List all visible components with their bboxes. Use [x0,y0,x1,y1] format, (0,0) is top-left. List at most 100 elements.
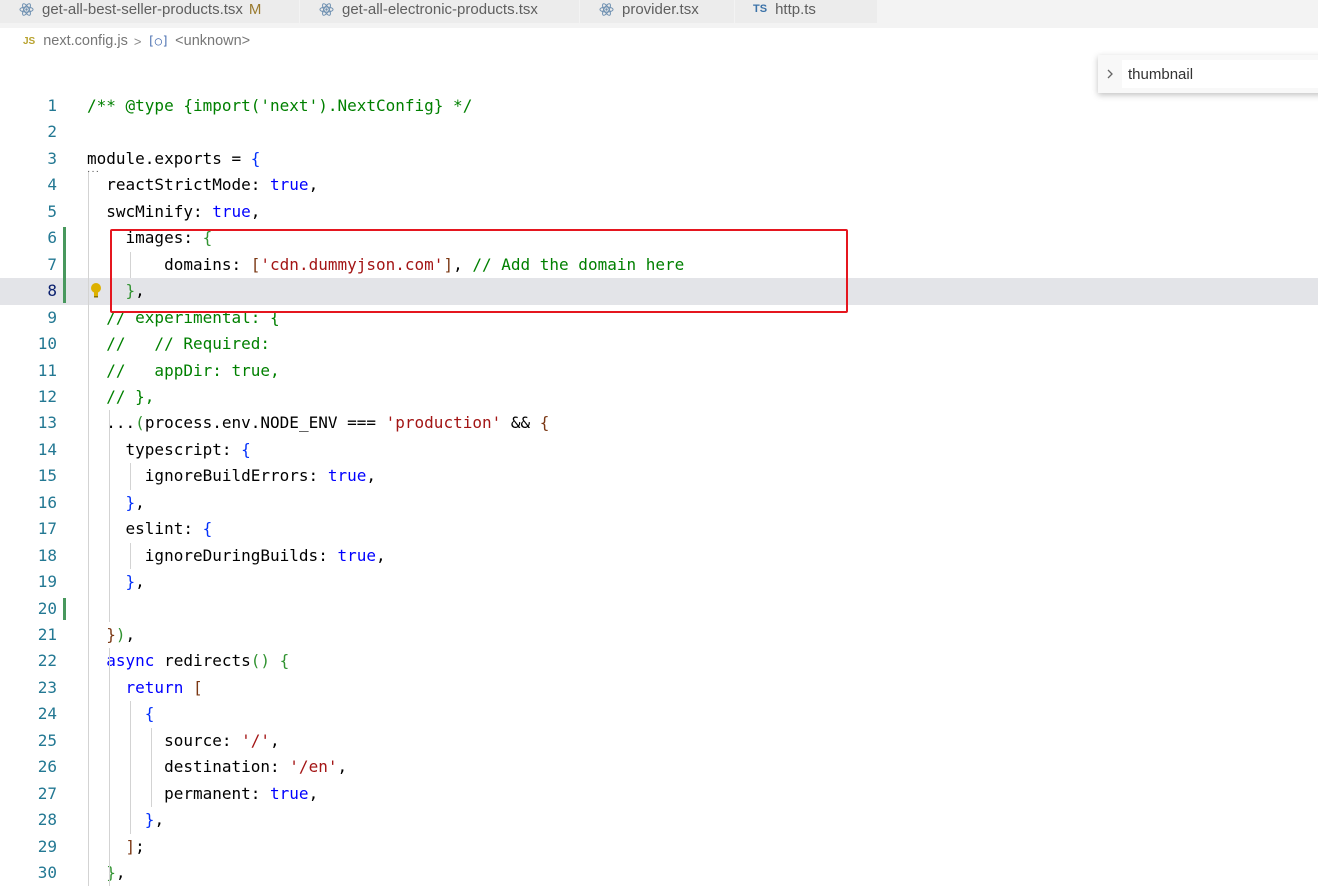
line-number: 4 [47,175,57,195]
code-token: && [501,413,540,433]
code-token: redirects [154,651,251,671]
code-line[interactable]: 27 permanent: true, [0,781,1318,807]
code-text: ]; [87,834,145,860]
line-number: 25 [37,730,57,750]
code-token: { [539,413,550,433]
tab-bar-empty [878,0,1318,28]
code-line[interactable]: 3 module.exports = { [0,146,1318,172]
code-token: typescript: [87,439,242,459]
code-line[interactable]: 30 }, [0,860,1318,886]
gutter-modified-marker[interactable] [63,227,66,303]
code-line[interactable]: 20 [0,596,1318,622]
line-number: 2 [47,122,57,142]
code-token: } [125,492,136,512]
code-line[interactable]: 4 reactStrictMode: true, [0,172,1318,198]
code-text: source: '/', [87,728,280,754]
code-token: { [202,519,213,539]
line-number: 24 [37,704,57,724]
breadcrumb-separator: > [133,33,142,49]
code-line[interactable]: 18 ignoreDuringBuilds: true, [0,543,1318,569]
tab-get-all-best-seller-products[interactable]: get-all-best-seller-products.tsx M [0,0,300,23]
code-text: /** @type {import('next').NextConfig} */ [87,93,472,119]
line-number: 20 [37,598,57,618]
breadcrumb-symbol[interactable]: <unknown> [175,33,250,49]
code-line[interactable]: 16 }, [0,490,1318,516]
code-line[interactable]: 28 }, [0,807,1318,833]
lightbulb-icon[interactable] [89,282,103,298]
code-text: module.exports = { [87,146,260,172]
tab-label: provider.tsx [622,0,699,18]
code-token: ignoreBuildErrors: [87,466,328,486]
code-text: async redirects() { [87,648,289,674]
code-line[interactable]: 23 return [ [0,675,1318,701]
code-token: , [250,201,261,221]
code-line[interactable]: 10 // // Required: [0,331,1318,357]
code-token: eslint: [87,519,203,539]
code-line[interactable]: 26 destination: '/en', [0,754,1318,780]
breadcrumb-file[interactable]: next.config.js [43,33,128,49]
line-number: 12 [37,386,57,406]
code-line[interactable]: 24 { [0,701,1318,727]
typescript-icon: TS [753,3,768,15]
line-number: 14 [37,439,57,459]
code-token: @type [125,96,174,115]
code-line[interactable]: 21 }), [0,622,1318,648]
code-token: reactStrictMode: [87,175,271,195]
code-token: , [366,466,376,486]
code-line[interactable]: 19 }, [0,569,1318,595]
code-token: , [135,572,145,592]
code-token: , [154,810,165,830]
code-token: true [212,201,251,221]
line-number: 11 [37,360,57,380]
code-token: // // Required: [106,334,271,354]
line-number: 1 [47,96,57,115]
code-token: swcMinify: [87,201,213,221]
highlight-annotation-box [110,229,848,313]
code-token: async [106,651,155,671]
code-line[interactable]: 13 ...(process.env.NODE_ENV === 'product… [0,410,1318,436]
code-token: , [270,730,280,750]
indent-guide [151,727,152,808]
line-number: 23 [37,677,57,697]
code-token: module.exports = [87,148,251,168]
code-token: true [327,466,367,486]
tab-label: http.ts [775,0,816,18]
tab-provider[interactable]: provider.tsx [580,0,735,23]
code-line[interactable]: 15 ignoreBuildErrors: true, [0,463,1318,489]
code-line[interactable]: 11 // appDir: true, [0,358,1318,384]
gutter-modified-marker[interactable] [63,597,66,620]
line-number: 29 [37,836,57,856]
code-line[interactable]: 22 async redirects() { [0,648,1318,674]
code-line[interactable]: 14 typescript: { [0,437,1318,463]
line-number: 9 [47,307,57,327]
line-number: 28 [37,810,57,830]
indent-guide [88,172,89,887]
line-number: 10 [37,334,57,354]
code-token: { [144,704,155,724]
find-input[interactable] [1122,60,1318,88]
code-token: ] [125,836,136,856]
code-token: { [250,148,261,168]
code-text: }, [87,860,125,886]
tab-http[interactable]: TS http.ts [735,0,878,23]
toggle-replace-chevron-icon[interactable] [1098,55,1122,93]
line-number: 26 [37,757,57,777]
code-line[interactable]: 17 eslint: { [0,516,1318,542]
code-line[interactable]: 12 // }, [0,384,1318,410]
code-editor[interactable]: 1 /** @type {import('next').NextConfig} *… [0,93,1318,892]
code-text: }, [87,569,145,595]
code-line[interactable]: 1 /** @type {import('next').NextConfig} *… [0,93,1318,119]
line-number: 18 [37,545,57,565]
code-token: } [144,810,155,830]
code-line[interactable]: 25 source: '/', [0,728,1318,754]
code-line[interactable]: 2 [0,119,1318,145]
code-line[interactable]: 29 ]; [0,834,1318,860]
modified-indicator: M [248,0,262,18]
code-line[interactable]: 5 swcMinify: true, [0,199,1318,225]
tab-get-all-electronic-products[interactable]: get-all-electronic-products.tsx [300,0,580,23]
tab-label: get-all-electronic-products.tsx [342,0,538,18]
